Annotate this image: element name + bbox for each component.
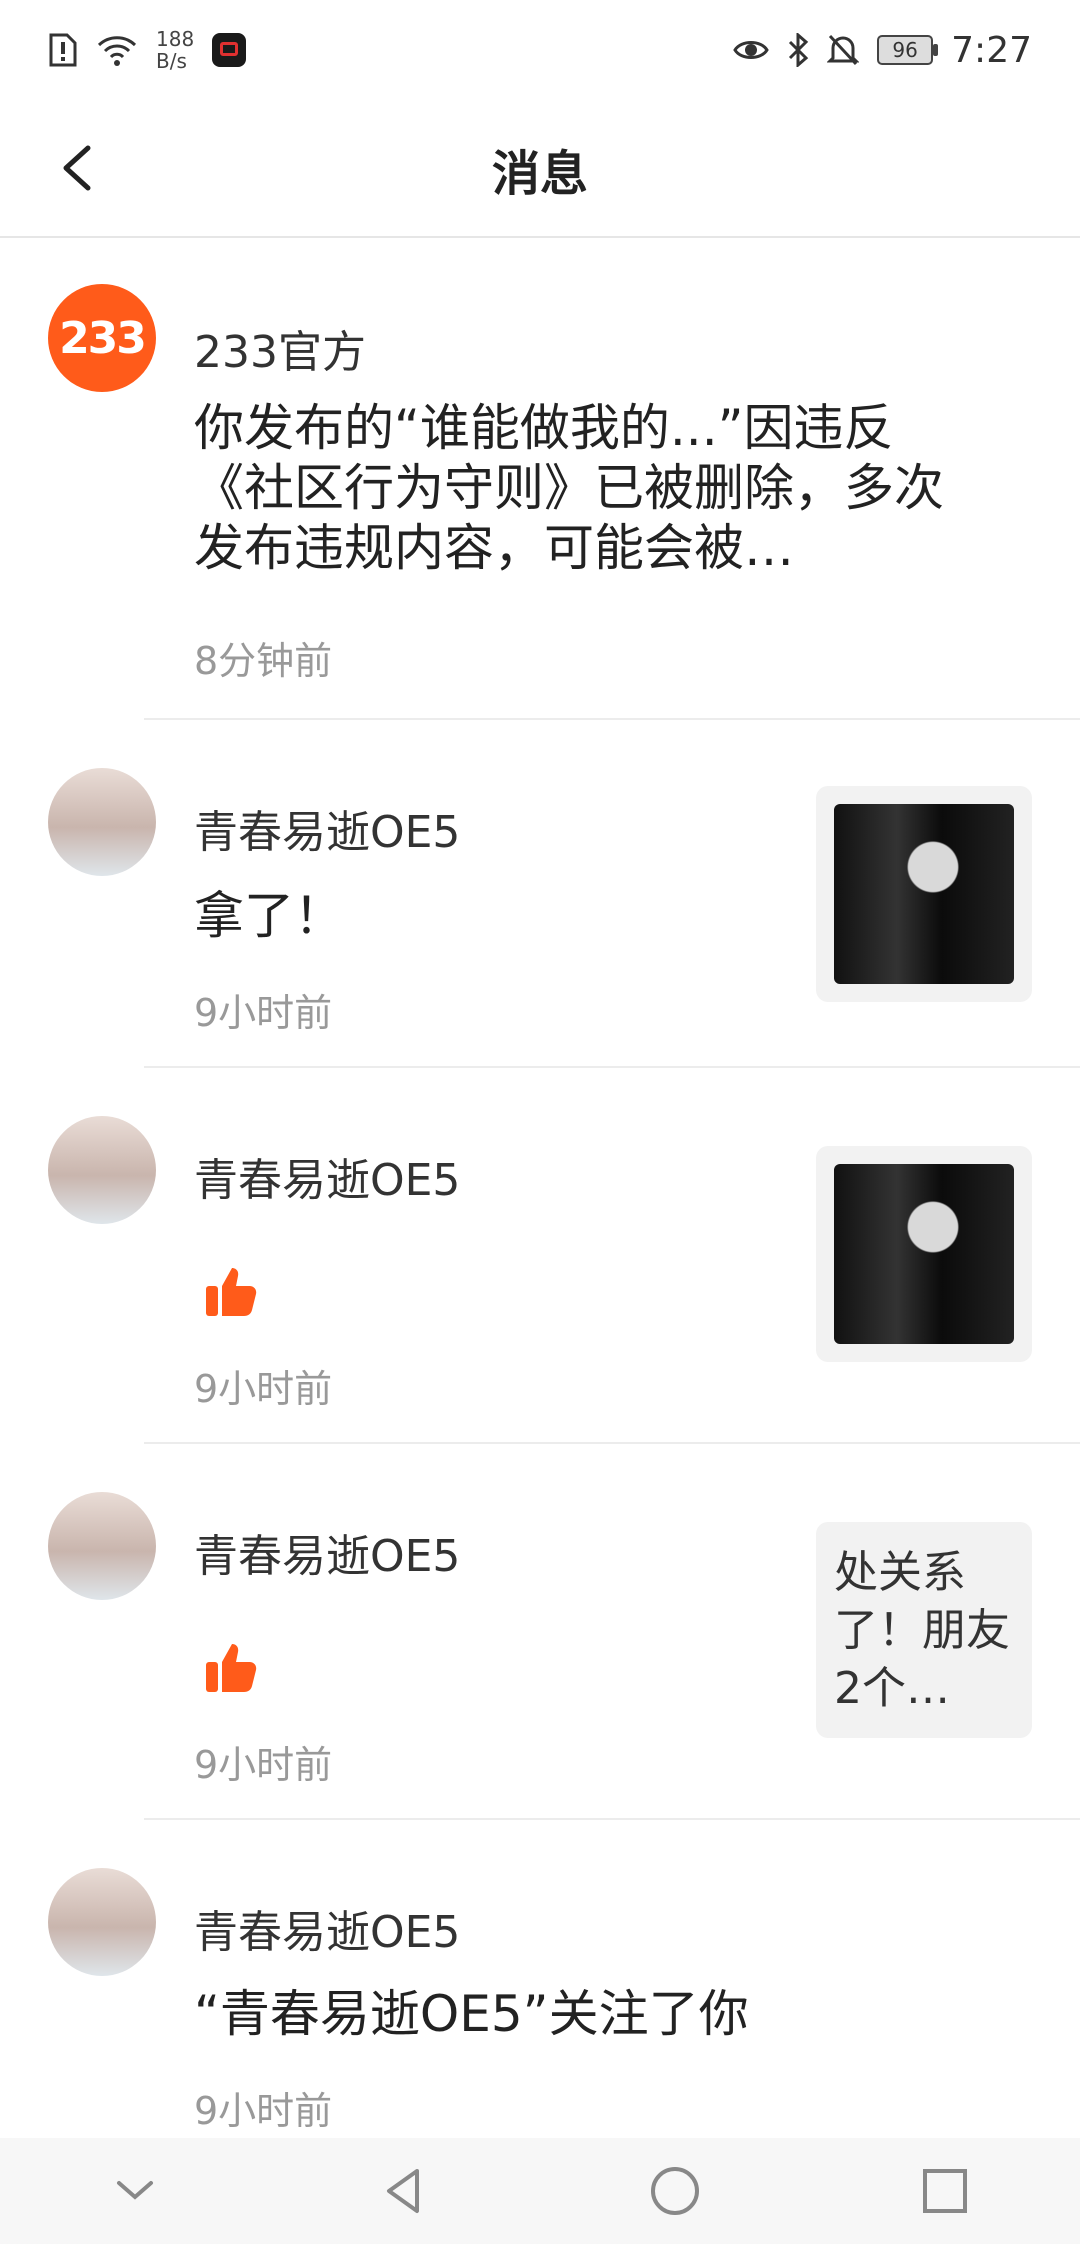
message-item[interactable]: 233 233官方 你发布的“谁能做我的...”因违反《社区行为守则》已被删除，…	[0, 238, 1080, 720]
post-thumbnail[interactable]	[816, 786, 1032, 1002]
message-time: 9小时前	[194, 1743, 333, 1787]
message-content: “青春易逝OE5”关注了你	[194, 1985, 749, 2043]
page-title: 消息	[491, 146, 588, 202]
back-triangle-icon[interactable]	[377, 2163, 433, 2219]
wifi-icon	[97, 36, 137, 66]
eye-icon	[733, 41, 769, 59]
thumbs-up-icon	[206, 1268, 257, 1316]
battery-indicator: 96	[877, 35, 939, 65]
thumbnail-image	[834, 804, 1014, 984]
system-nav-bar	[0, 2138, 1080, 2244]
message-item[interactable]: 青春易逝OE5 “青春易逝OE5”关注了你 9小时前	[0, 1820, 1080, 2138]
preview-text: 处关系了！朋友2个…	[834, 1547, 1010, 1714]
message-item[interactable]: 青春易逝OE5 拿了！ 9小时前	[0, 720, 1080, 1068]
screen-record-icon	[212, 33, 247, 67]
message-time: 9小时前	[194, 2089, 333, 2133]
thumbnail-image	[834, 1164, 1014, 1344]
clock: 7:27	[951, 29, 1032, 71]
network-speed-value: 188	[156, 27, 195, 51]
avatar[interactable]	[48, 1116, 156, 1224]
bluetooth-icon	[789, 33, 809, 67]
message-item[interactable]: 青春易逝OE5 9小时前 处关系了！朋友2个…	[0, 1444, 1080, 1820]
bell-muted-icon	[827, 34, 860, 66]
message-item[interactable]: 青春易逝OE5 9小时前	[0, 1068, 1080, 1444]
post-text-preview[interactable]: 处关系了！朋友2个…	[816, 1522, 1032, 1738]
home-circle-icon[interactable]	[647, 2163, 703, 2219]
status-left: 188 B/s	[48, 28, 247, 72]
avatar[interactable]	[48, 1492, 156, 1600]
avatar[interactable]	[48, 768, 156, 876]
recents-square-icon[interactable]	[917, 2163, 973, 2219]
sender-name: 233官方	[194, 327, 366, 378]
collapse-chevron-icon[interactable]	[107, 2163, 163, 2219]
message-time: 9小时前	[194, 991, 333, 1035]
message-time: 9小时前	[194, 1367, 333, 1411]
message-content: 拿了！	[194, 887, 344, 945]
header-bar: 消息	[0, 100, 1080, 238]
sim-alert-icon	[49, 33, 77, 67]
sender-name: 青春易逝OE5	[194, 807, 461, 858]
sender-name: 青春易逝OE5	[194, 1155, 461, 1206]
network-speed-unit: B/s	[156, 49, 187, 73]
sender-name: 青春易逝OE5	[194, 1907, 461, 1958]
avatar[interactable]	[48, 1868, 156, 1976]
status-bar: 188 B/s 96 7:27	[0, 0, 1080, 100]
sender-name: 青春易逝OE5	[194, 1531, 461, 1582]
post-thumbnail[interactable]	[816, 1146, 1032, 1362]
status-right: 96 7:27	[733, 30, 1032, 71]
network-speed: 188 B/s	[156, 28, 194, 72]
message-content: 你发布的“谁能做我的...”因违反《社区行为守则》已被删除，多次发布违规内容，可…	[194, 399, 944, 577]
thumbs-up-icon	[206, 1644, 257, 1692]
avatar[interactable]: 233	[48, 284, 156, 392]
message-time: 8分钟前	[194, 639, 333, 683]
